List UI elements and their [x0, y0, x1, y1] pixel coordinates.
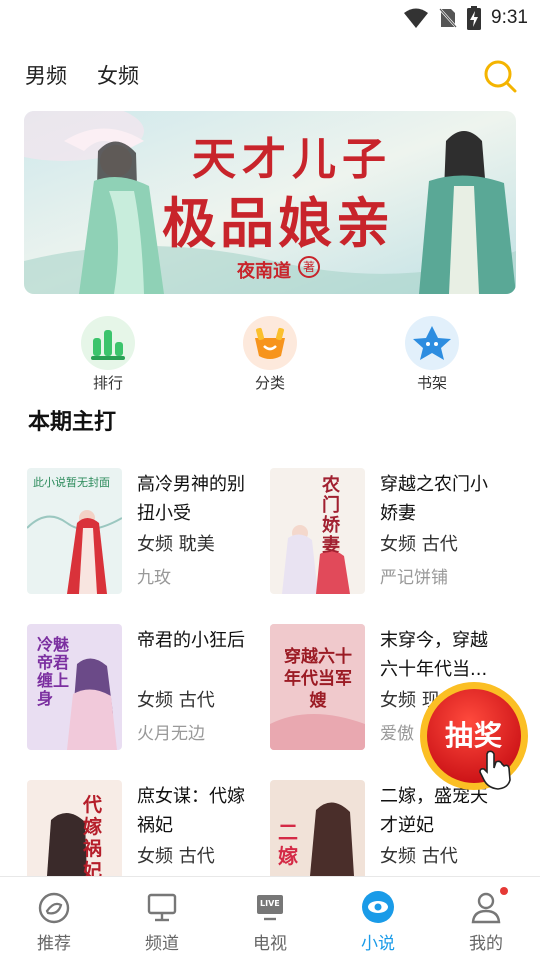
book-cover: 穿越六十年代当军嫂 [270, 624, 365, 750]
book-author: 九玫 [137, 568, 171, 588]
book-item[interactable]: 此小说暂无封面 高冷男神的别扭小受 女频 耽美 九玫 [27, 468, 277, 598]
book-title: 帝君的小狂后 [137, 630, 245, 651]
nav-profile-label: 我的 [469, 934, 503, 954]
no-sim-icon [439, 7, 458, 29]
profile-icon [468, 887, 508, 925]
nav-channel-label: 频道 [145, 934, 179, 954]
banner-seal: 著 [298, 256, 320, 278]
nav-tv[interactable]: LIVE 电视 [230, 889, 310, 954]
tv-live-badge: LIVE [260, 899, 280, 908]
book-title: 末穿今，穿越六十年代当... [380, 630, 488, 680]
promo-banner[interactable]: 天才儿子 极品娘亲 夜南道 著 [24, 111, 516, 294]
wifi-icon [404, 8, 429, 28]
book-title: 高冷男神的别扭小受 [137, 474, 245, 524]
quick-ranking[interactable]: 排行 [68, 316, 148, 393]
bottom-nav: 推荐 频道 LIVE 电视 小说 我的 [0, 876, 540, 960]
section-title: 本期主打 [28, 410, 117, 435]
book-item[interactable]: 二嫁 二嫁，盛宠天才逆妃 女频 古代 [270, 780, 520, 876]
lottery-label: 抽奖 [444, 719, 503, 752]
nav-novel[interactable]: 小说 [338, 889, 418, 954]
quick-category[interactable]: 分类 [230, 316, 310, 393]
hand-pointer-icon [479, 750, 511, 790]
nav-channel[interactable]: 频道 [122, 889, 202, 954]
nav-tv-label: 电视 [253, 934, 287, 954]
book-title: 穿越之农门小娇妻 [380, 474, 488, 524]
tv-icon: LIVE [252, 889, 288, 925]
book-cover: 代嫁祸妃 [27, 780, 122, 876]
banner-title-line1: 天才儿子 [192, 134, 392, 185]
cover-caption: 冷魅帝君缠上身 [37, 635, 70, 708]
clock: 9:31 [491, 7, 528, 28]
tab-female[interactable]: 女频 [97, 60, 139, 90]
category-icon [243, 316, 297, 370]
book-item[interactable]: 冷魅帝君缠上身 帝君的小狂后 女频 古代 火月无边 [27, 624, 277, 754]
header: 男频 女频 [0, 50, 540, 100]
book-author: 爱傲 [380, 724, 414, 744]
cover-caption: 农门娇妻 [322, 475, 340, 556]
quick-bookshelf-label: 书架 [416, 374, 447, 392]
book-tags: 女频 古代 [137, 846, 215, 867]
bookshelf-icon [405, 316, 459, 370]
book-cover: 此小说暂无封面 [27, 468, 122, 594]
ranking-icon [81, 316, 135, 370]
book-title: 庶女谋：代嫁祸妃 [137, 786, 245, 836]
book-tags: 女频 古代 [380, 846, 458, 867]
quick-ranking-label: 排行 [92, 374, 123, 392]
nav-recommend[interactable]: 推荐 [14, 889, 94, 954]
battery-charging-icon [467, 6, 482, 30]
nav-recommend-label: 推荐 [37, 934, 71, 954]
nav-profile[interactable]: 我的 [446, 887, 526, 954]
tab-male[interactable]: 男频 [25, 60, 67, 90]
channel-icon [144, 889, 180, 925]
book-cover: 农门娇妻 [270, 468, 365, 594]
book-author: 严记饼铺 [380, 568, 448, 588]
status-bar: 9:31 [0, 0, 540, 36]
recommend-icon [36, 889, 72, 925]
book-item[interactable]: 代嫁祸妃 庶女谋：代嫁祸妃 女频 古代 [27, 780, 277, 876]
book-item[interactable]: 农门娇妻 穿越之农门小娇妻 女频 古代 严记饼铺 [270, 468, 520, 598]
notification-dot [500, 887, 508, 895]
book-tags: 女频 古代 [137, 690, 215, 711]
banner-title-line2: 极品娘亲 [162, 191, 394, 255]
book-author: 火月无边 [137, 724, 205, 744]
book-cover: 冷魅帝君缠上身 [27, 624, 122, 750]
book-tags: 女频 古代 [380, 534, 458, 555]
novel-icon [360, 889, 396, 925]
cover-caption: 代嫁祸妃 [83, 794, 103, 876]
book-cover: 二嫁 [270, 780, 365, 876]
book-tags: 女频 耽美 [137, 534, 215, 555]
banner-author: 夜南道 [237, 261, 291, 282]
quick-bookshelf[interactable]: 书架 [392, 316, 472, 393]
search-icon[interactable] [482, 58, 518, 94]
lottery-button[interactable]: 抽奖 [418, 680, 530, 792]
cover-caption: 二嫁 [278, 820, 298, 868]
cover-caption: 穿越六十年代当军嫂 [284, 647, 352, 711]
nav-novel-label: 小说 [361, 934, 395, 954]
quick-category-label: 分类 [254, 374, 285, 392]
